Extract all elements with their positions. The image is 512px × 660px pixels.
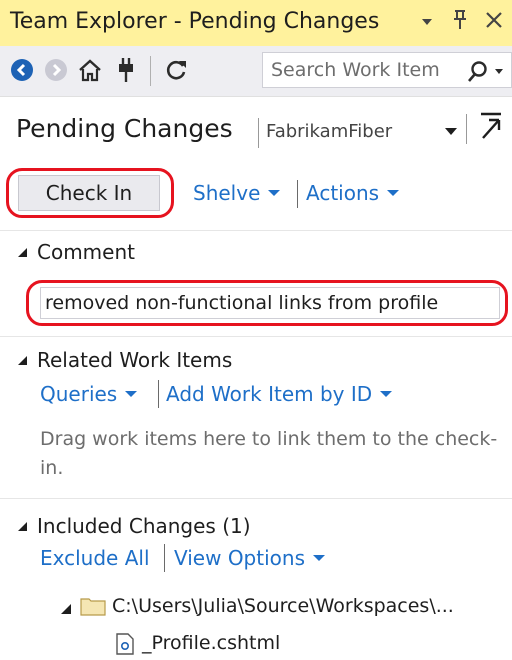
toolbar: Search Work Item xyxy=(0,46,512,97)
forward-arrow-icon[interactable] xyxy=(40,54,72,86)
header-divider xyxy=(466,114,467,144)
included-changes-header[interactable]: Included Changes (1) xyxy=(18,514,251,538)
close-icon[interactable] xyxy=(485,10,503,34)
section-divider xyxy=(0,498,512,499)
window-title: Team Explorer - Pending Changes xyxy=(10,9,380,34)
back-arrow-icon[interactable] xyxy=(6,54,38,86)
link-divider xyxy=(164,544,165,572)
page-title: Pending Changes xyxy=(16,114,233,143)
check-in-highlight-ring xyxy=(6,168,174,218)
title-bar: Team Explorer - Pending Changes xyxy=(0,0,512,46)
search-placeholder: Search Work Item xyxy=(271,59,440,81)
related-work-items-header[interactable]: Related Work Items xyxy=(18,348,232,372)
included-changes-title: Included Changes (1) xyxy=(37,514,251,538)
chevron-down-icon xyxy=(380,390,393,397)
link-divider xyxy=(297,180,298,208)
view-options-link[interactable]: View Options xyxy=(174,546,325,570)
file-name[interactable]: _Profile.cshtml xyxy=(142,632,280,654)
shelve-label: Shelve xyxy=(193,181,261,205)
queries-label: Queries xyxy=(40,382,118,406)
drop-hint-text: Drag work items here to link them to the… xyxy=(40,428,498,479)
exclude-all-link[interactable]: Exclude All xyxy=(40,546,150,570)
chevron-down-icon xyxy=(268,189,281,196)
comment-section-header[interactable]: Comment xyxy=(18,240,135,264)
actions-label: Actions xyxy=(306,181,380,205)
search-icon[interactable] xyxy=(465,60,505,84)
actions-link[interactable]: Actions xyxy=(306,181,400,205)
collapse-triangle-icon xyxy=(18,248,27,257)
section-divider xyxy=(0,230,512,231)
link-divider xyxy=(158,380,159,408)
chevron-down-icon xyxy=(387,189,400,196)
expand-triangle-icon[interactable] xyxy=(60,600,72,619)
collapse-triangle-icon xyxy=(18,522,27,531)
folder-icon xyxy=(80,596,106,620)
project-name[interactable]: FabrikamFiber xyxy=(266,121,392,142)
refresh-icon[interactable] xyxy=(160,54,192,86)
view-options-label: View Options xyxy=(174,546,305,570)
exclude-all-label: Exclude All xyxy=(40,546,150,570)
project-dropdown-icon[interactable] xyxy=(444,124,458,143)
comment-highlight-ring xyxy=(26,280,508,326)
navigate-out-icon[interactable] xyxy=(478,112,504,144)
shelve-link[interactable]: Shelve xyxy=(193,181,281,205)
add-work-item-by-id-label: Add Work Item by ID xyxy=(166,382,373,406)
title-divider xyxy=(258,118,259,148)
toolbar-separator xyxy=(150,56,151,86)
dropdown-arrow-icon[interactable] xyxy=(420,10,434,34)
connect-icon[interactable] xyxy=(110,54,142,86)
collapse-triangle-icon xyxy=(18,356,27,365)
pin-icon[interactable] xyxy=(452,10,468,35)
chevron-down-icon xyxy=(125,390,138,397)
section-divider xyxy=(0,336,512,337)
related-work-items-title: Related Work Items xyxy=(37,348,233,372)
folder-path[interactable]: C:\Users\Julia\Source\Workspaces\... xyxy=(112,595,454,617)
add-work-item-by-id-link[interactable]: Add Work Item by ID xyxy=(166,382,393,406)
comment-section-title: Comment xyxy=(37,240,135,264)
search-input[interactable]: Search Work Item xyxy=(262,52,512,88)
chevron-down-icon xyxy=(313,554,325,561)
queries-link[interactable]: Queries xyxy=(40,382,138,406)
file-icon xyxy=(116,633,134,659)
home-icon[interactable] xyxy=(74,54,106,86)
